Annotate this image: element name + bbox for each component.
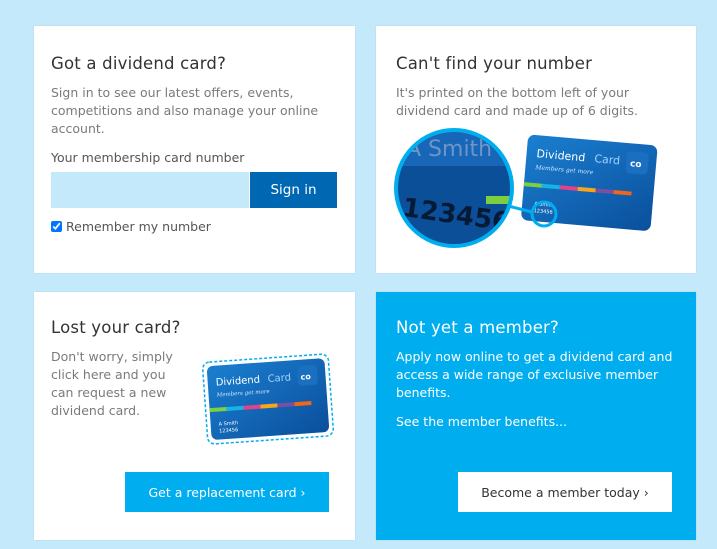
signin-panel-title: Got a dividend card? xyxy=(51,54,227,73)
membership-number-label: Your membership card number xyxy=(51,150,245,165)
find-number-description: It's printed on the bottom left of your … xyxy=(396,85,638,118)
get-replacement-card-button[interactable]: Get a replacement card › xyxy=(125,472,329,512)
remember-number-label: Remember my number xyxy=(66,219,211,234)
lost-card-title: Lost your card? xyxy=(51,318,181,337)
lost-card-description: Don't worry, simply click here and you c… xyxy=(51,349,173,418)
membership-number-input[interactable] xyxy=(51,172,249,208)
magnifier: A Smith 123456 xyxy=(396,130,512,246)
remember-number-row[interactable]: Remember my number xyxy=(51,219,211,234)
dividend-card-small: Dividend Card Members get more co A Smit… xyxy=(521,134,658,231)
become-member-button[interactable]: Become a member today › xyxy=(458,472,672,512)
join-panel-title: Not yet a member? xyxy=(396,318,560,337)
find-number-title: Can't find your number xyxy=(396,54,593,73)
signin-button[interactable]: Sign in xyxy=(250,172,337,208)
card-brand-suffix-lost: Card xyxy=(267,372,291,385)
member-benefits-link[interactable]: See the member benefits... xyxy=(396,414,567,429)
card-number-illustration: Dividend Card Members get more co A Smit… xyxy=(394,128,658,248)
coop-logo: co xyxy=(630,159,642,170)
coop-logo-lost: co xyxy=(300,372,311,382)
join-panel: Not yet a member? Apply now online to ge… xyxy=(376,292,696,540)
dividend-card-illustration: Dividend Card Members get more co A Smit… xyxy=(202,353,334,445)
find-number-panel: Can't find your number It's printed on t… xyxy=(376,26,696,273)
signin-panel-description: Sign in to see our latest offers, events… xyxy=(51,85,319,136)
card-brand-suffix: Card xyxy=(594,152,621,167)
join-panel-description: Apply now online to get a dividend card … xyxy=(396,349,673,400)
signin-panel: Got a dividend card? Sign in to see our … xyxy=(34,26,355,273)
remember-number-checkbox[interactable] xyxy=(51,221,62,232)
lost-card-panel: Lost your card? Don't worry, simply clic… xyxy=(34,292,355,540)
